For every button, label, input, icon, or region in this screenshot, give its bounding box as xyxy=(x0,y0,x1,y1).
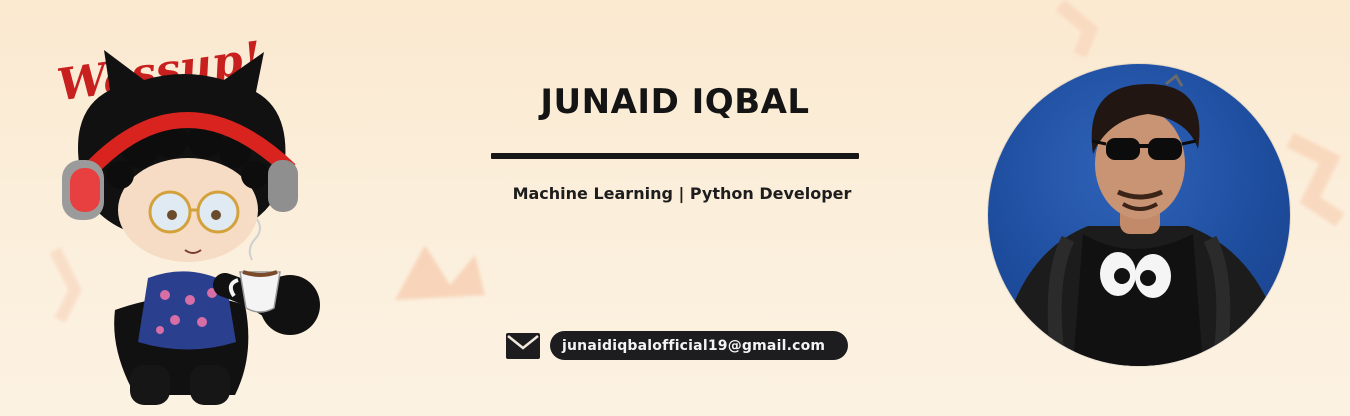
mail-icon xyxy=(506,333,540,359)
avatar-illustration xyxy=(998,73,1288,366)
octocat-mascot-illustration xyxy=(62,50,320,405)
email-link[interactable]: junaidiqbalofficial19@gmail.com xyxy=(550,331,848,360)
divider-line xyxy=(491,153,859,159)
profile-name: JUNAID IQBAL xyxy=(540,82,810,122)
profile-photo xyxy=(988,64,1290,366)
email-text: junaidiqbalofficial19@gmail.com xyxy=(562,337,826,354)
profile-subtitle: Machine Learning | Python Developer xyxy=(512,184,852,203)
